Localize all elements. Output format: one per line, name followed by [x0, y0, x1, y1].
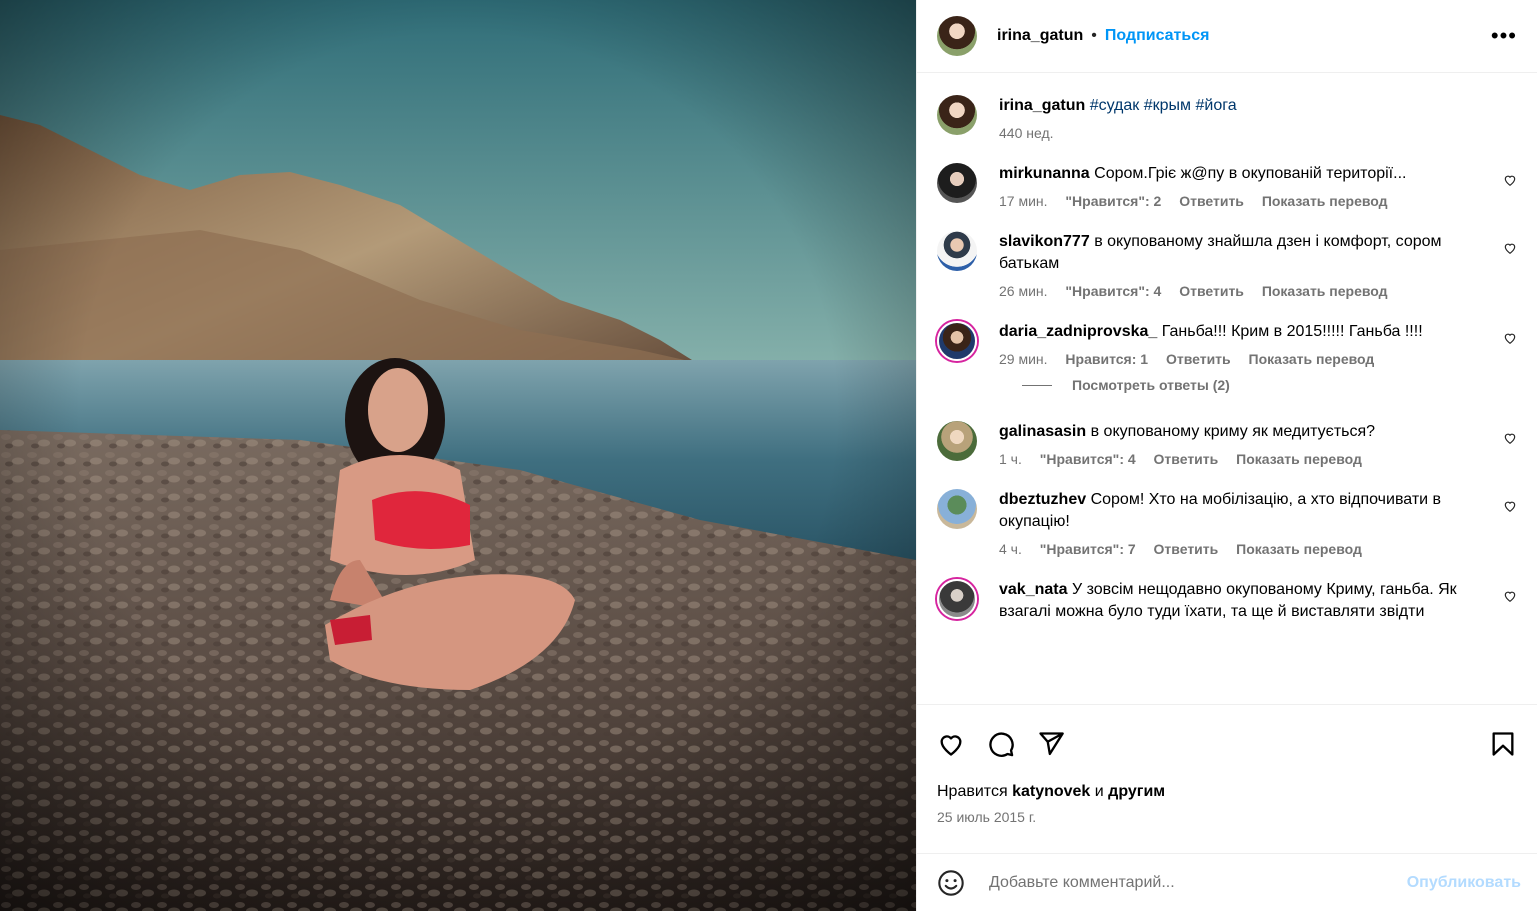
comment-item: slavikon777 в окупованому знайшла дзен і…	[937, 231, 1519, 299]
comment-avatar[interactable]	[937, 489, 977, 529]
comment-likes[interactable]: "Нравится": 2	[1065, 193, 1161, 209]
comment-like-heart-icon[interactable]	[1503, 589, 1517, 603]
comment-likes[interactable]: Нравится: 1	[1065, 351, 1148, 367]
beach-photo-illustration	[0, 0, 916, 911]
comment-text: Ганьба!!! Крим в 2015!!!!! Ганьба !!!!	[1161, 323, 1423, 340]
comment-likes[interactable]: "Нравится": 4	[1040, 451, 1136, 467]
post-header: irina_gatun • Подписаться •••	[917, 0, 1537, 73]
comment-avatar[interactable]	[937, 163, 977, 203]
comment-time: 26 мин.	[999, 283, 1048, 299]
caption-avatar[interactable]	[937, 95, 977, 135]
reply-button[interactable]: Ответить	[1154, 451, 1219, 467]
comment-like-heart-icon[interactable]	[1503, 173, 1517, 187]
comment-like-heart-icon[interactable]	[1503, 431, 1517, 445]
translate-button[interactable]: Показать перевод	[1236, 451, 1362, 467]
comment-avatar[interactable]	[937, 231, 977, 271]
replies-divider-line	[1022, 384, 1052, 386]
comment-avatar[interactable]	[937, 421, 977, 461]
translate-button[interactable]: Показать перевод	[1236, 541, 1362, 557]
comment-icon[interactable]	[987, 730, 1015, 758]
more-options-icon[interactable]: •••	[1491, 23, 1517, 49]
comment-likes[interactable]: "Нравится": 7	[1040, 541, 1136, 557]
share-icon[interactable]	[1037, 730, 1065, 758]
comment-time: 4 ч.	[999, 541, 1022, 557]
likes-and: и	[1094, 783, 1104, 800]
comment-like-heart-icon[interactable]	[1503, 331, 1517, 345]
post-comment-button[interactable]: Опубликовать	[1407, 874, 1521, 892]
view-replies-label[interactable]: Посмотреть ответы (2)	[1072, 377, 1230, 393]
reply-button[interactable]: Ответить	[1166, 351, 1231, 367]
translate-button[interactable]: Показать перевод	[1262, 283, 1388, 299]
caption-hashtags[interactable]: #судак #крым #йога	[1090, 97, 1237, 114]
caption-username[interactable]: irina_gatun	[999, 97, 1085, 114]
comment-time: 29 мин.	[999, 351, 1048, 367]
comment-likes[interactable]: "Нравится": 4	[1065, 283, 1161, 299]
action-bar	[917, 704, 1537, 783]
comment-text: У зовсім нещодавно окупованому Криму, га…	[999, 581, 1457, 620]
translate-button[interactable]: Показать перевод	[1262, 193, 1388, 209]
comment-time: 1 ч.	[999, 451, 1022, 467]
comment-username[interactable]: mirkunanna	[999, 165, 1090, 182]
separator-dot: •	[1091, 27, 1097, 44]
comment-username[interactable]: galinasasin	[999, 423, 1086, 440]
likes-user-link[interactable]: katynovek	[1012, 783, 1090, 800]
likes-summary: Нравится katynovek и другим	[917, 783, 1537, 805]
comment-like-heart-icon[interactable]	[1503, 241, 1517, 255]
comment-username[interactable]: vak_nata	[999, 581, 1068, 598]
caption: irina_gatun #судак #крым #йога 440 нед.	[937, 95, 1519, 141]
comments-list[interactable]: irina_gatun #судак #крым #йога 440 нед. …	[917, 73, 1537, 704]
comment-username[interactable]: dbeztuzhev	[999, 491, 1086, 508]
comment-avatar[interactable]	[937, 321, 977, 361]
comment-like-heart-icon[interactable]	[1503, 499, 1517, 513]
comment-item: mirkunanna Сором.Гріє ж@пу в окупованій …	[937, 163, 1519, 209]
emoji-icon[interactable]	[937, 869, 965, 897]
likes-prefix: Нравится	[937, 783, 1008, 800]
heart-icon[interactable]	[937, 730, 965, 758]
post-photo[interactable]	[0, 0, 916, 911]
likes-others-link[interactable]: другим	[1108, 783, 1165, 800]
comment-username[interactable]: slavikon777	[999, 233, 1090, 250]
post-date: 25 июль 2015 г.	[937, 809, 1037, 825]
comment-item: vak_nata У зовсім нещодавно окупованому …	[937, 579, 1519, 623]
comment-time: 17 мин.	[999, 193, 1048, 209]
comment-text: Сором.Гріє ж@пу в окупованій території..…	[1094, 165, 1407, 182]
comment-item: dbeztuzhev Сором! Хто на мобілізацію, а …	[937, 489, 1519, 557]
bookmark-icon[interactable]	[1489, 730, 1517, 758]
author-username[interactable]: irina_gatun	[997, 27, 1083, 45]
comment-input[interactable]	[987, 872, 1407, 893]
comment-text: в окупованому криму як медитується?	[1090, 423, 1376, 440]
comment-avatar[interactable]	[937, 579, 977, 619]
comment-item: galinasasin в окупованому криму як медит…	[937, 421, 1519, 467]
reply-button[interactable]: Ответить	[1179, 193, 1244, 209]
post-side-panel: irina_gatun • Подписаться ••• irina_gatu…	[916, 0, 1537, 911]
comment-item: daria_zadniprovska_ Ганьба!!! Крим в 201…	[937, 321, 1519, 367]
translate-button[interactable]: Показать перевод	[1249, 351, 1375, 367]
reply-button[interactable]: Ответить	[1179, 283, 1244, 299]
caption-time: 440 нед.	[999, 125, 1054, 141]
comment-username[interactable]: daria_zadniprovska_	[999, 323, 1157, 340]
reply-button[interactable]: Ответить	[1154, 541, 1219, 557]
follow-button[interactable]: Подписаться	[1105, 27, 1210, 45]
view-replies-button[interactable]: Посмотреть ответы (2)	[1022, 377, 1519, 393]
author-avatar[interactable]	[937, 16, 977, 56]
comment-composer: Опубликовать	[917, 853, 1537, 911]
